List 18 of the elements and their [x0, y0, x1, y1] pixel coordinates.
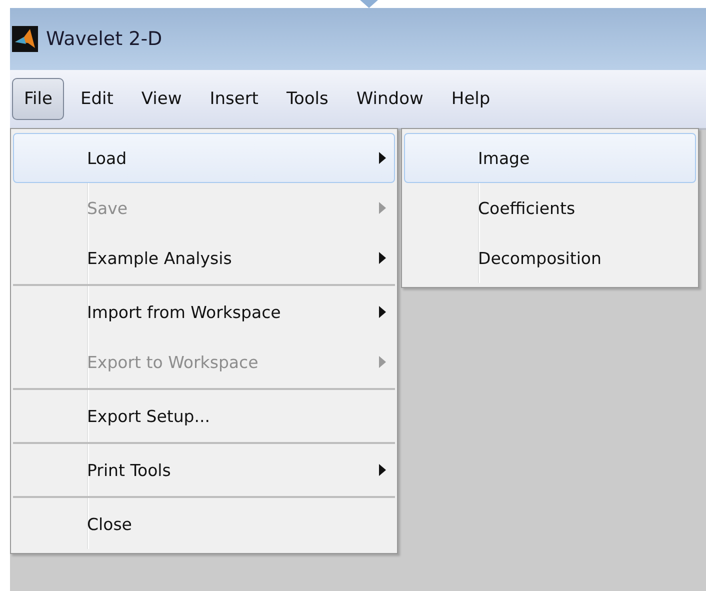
menu-bar-item[interactable]: File — [12, 78, 64, 120]
menu-item[interactable]: Example Analysis — [13, 233, 395, 283]
menu-item[interactable]: Load — [13, 133, 395, 183]
menu-item[interactable]: Decomposition — [404, 233, 696, 283]
app-logo-icon — [12, 26, 38, 52]
menu-bar-item[interactable]: Insert — [198, 78, 270, 120]
menu-item[interactable]: Close — [13, 499, 395, 549]
menu-item[interactable]: Print Tools — [13, 445, 395, 495]
menu-bar-item[interactable]: View — [129, 78, 194, 120]
menu-item[interactable]: Import from Workspace — [13, 287, 395, 337]
menu-bar-item[interactable]: Help — [439, 78, 502, 120]
menu-bar-item[interactable]: Tools — [274, 78, 340, 120]
menu-item[interactable]: Image — [404, 133, 696, 183]
menu-item[interactable]: Export Setup... — [13, 391, 395, 441]
window-title: Wavelet 2-D — [46, 28, 162, 50]
menu-bar-item[interactable]: Edit — [68, 78, 126, 120]
menu-item[interactable]: Coefficients — [404, 183, 696, 233]
menu-bar-item[interactable]: Window — [344, 78, 436, 120]
